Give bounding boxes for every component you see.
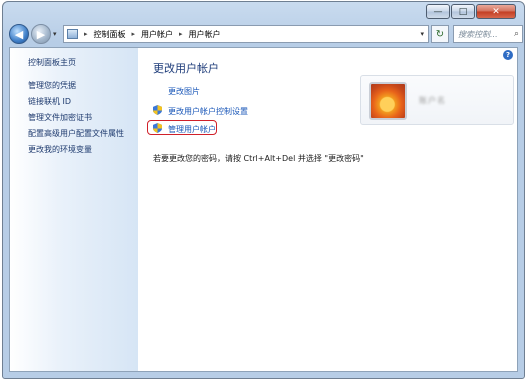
search-icon[interactable]: ⌕ [514, 29, 519, 39]
search-input[interactable]: 搜索控制... ⌕ [453, 25, 523, 43]
search-placeholder: 搜索控制... [458, 29, 498, 39]
user-name: 账户名 [419, 96, 446, 105]
breadcrumb-separator[interactable]: ▸ [179, 30, 183, 38]
sidebar-item-advanced-profile-properties[interactable]: 配置高级用户配置文件属性 [28, 128, 124, 139]
control-panel-icon [67, 29, 78, 39]
recent-pages-dropdown[interactable]: ▾ [53, 30, 57, 38]
breadcrumb-separator[interactable]: ▸ [132, 30, 136, 38]
sidebar-item-manage-credentials[interactable]: 管理您的凭据 [28, 80, 76, 91]
help-icon[interactable]: ? [503, 50, 513, 60]
explorer-window: — □ ✕ ◀ ▶ ▾ ▸ 控制面板 ▸ 用户帐户 ▸ 用户帐户 ▾ ↻ 搜索控… [2, 1, 525, 379]
uac-shield-icon [153, 105, 162, 115]
back-button[interactable]: ◀ [9, 24, 29, 44]
navigation-bar: ◀ ▶ ▾ ▸ 控制面板 ▸ 用户帐户 ▸ 用户帐户 ▾ ↻ 搜索控制... ⌕ [9, 24, 523, 46]
close-button[interactable]: ✕ [476, 4, 516, 19]
sidebar-item-control-panel-home[interactable]: 控制面板主页 [28, 57, 76, 68]
breadcrumb-user-accounts[interactable]: 用户帐户 [141, 29, 173, 40]
uac-settings-link[interactable]: 更改用户帐户控制设置 [168, 106, 248, 117]
main-panel: ? 更改用户帐户 更改图片 更改用户帐户控制设置 管理用户帐户 若要更改您的密码… [138, 48, 517, 371]
avatar[interactable] [369, 82, 407, 120]
content-area: 控制面板主页 管理您的凭据 链接联机 ID 管理文件加密证书 配置高级用户配置文… [9, 47, 518, 372]
minimize-button[interactable]: — [426, 4, 450, 19]
caption-buttons: — □ ✕ [426, 4, 516, 20]
sidebar-item-environment-variables[interactable]: 更改我的环境变量 [28, 144, 92, 155]
uac-shield-icon [153, 123, 162, 133]
page-title: 更改用户帐户 [153, 62, 219, 75]
change-picture-link[interactable]: 更改图片 [168, 86, 200, 97]
manage-user-accounts-link[interactable]: 管理用户帐户 [168, 124, 216, 135]
user-card: 账户名 [360, 75, 514, 125]
breadcrumb-separator[interactable]: ▸ [84, 30, 88, 38]
sidebar-item-link-online-id[interactable]: 链接联机 ID [28, 96, 71, 107]
sidebar: 控制面板主页 管理您的凭据 链接联机 ID 管理文件加密证书 配置高级用户配置文… [10, 48, 138, 371]
refresh-button[interactable]: ↻ [431, 25, 449, 43]
maximize-button[interactable]: □ [451, 4, 475, 19]
address-bar[interactable]: ▸ 控制面板 ▸ 用户帐户 ▸ 用户帐户 ▾ [63, 25, 429, 43]
forward-button[interactable]: ▶ [31, 24, 51, 44]
breadcrumb-control-panel[interactable]: 控制面板 [94, 29, 126, 40]
password-note: 若要更改您的密码，请按 Ctrl+Alt+Del 并选择 "更改密码" [153, 154, 364, 163]
breadcrumb-user-accounts-current[interactable]: 用户帐户 [189, 29, 221, 40]
sidebar-item-file-encryption-certificates[interactable]: 管理文件加密证书 [28, 112, 92, 123]
address-dropdown-icon[interactable]: ▾ [420, 30, 424, 38]
